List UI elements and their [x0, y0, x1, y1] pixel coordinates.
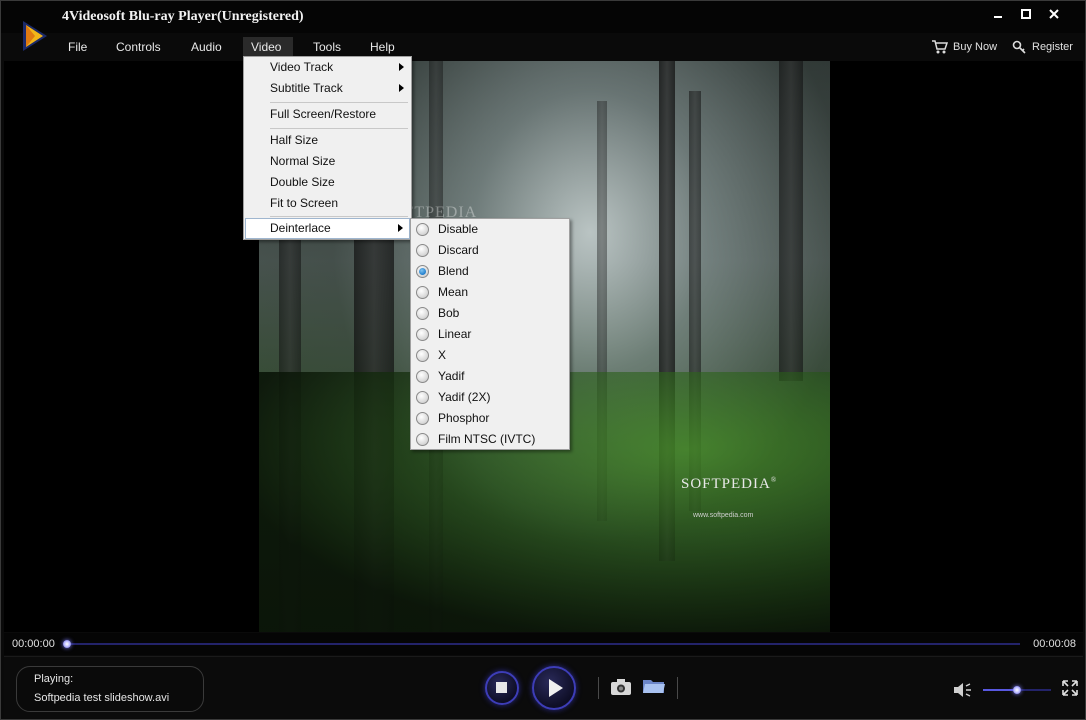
- fullscreen-icon[interactable]: [1062, 680, 1078, 696]
- menu-controls[interactable]: Controls: [114, 37, 163, 57]
- divider: [598, 677, 599, 699]
- option-label: Disable: [438, 222, 479, 236]
- deinterlace-option-x[interactable]: X: [412, 345, 568, 366]
- radio-button[interactable]: [416, 244, 429, 257]
- title-bar[interactable]: 4Videosoft Blu-ray Player(Unregistered): [1, 1, 1085, 33]
- divider: [677, 677, 678, 699]
- now-playing-box: Playing: Softpedia test slideshow.avi: [16, 666, 204, 712]
- buy-now-link[interactable]: Buy Now: [931, 37, 1001, 57]
- deinterlace-option-linear[interactable]: Linear: [412, 324, 568, 345]
- menu-audio[interactable]: Audio: [189, 37, 224, 57]
- submenu-arrow-icon: [398, 224, 403, 232]
- radio-button[interactable]: [416, 286, 429, 299]
- app-logo-icon: [23, 21, 47, 51]
- submenu-arrow-icon: [399, 84, 404, 92]
- seek-bar-area: 00:00:00 00:00:08: [4, 633, 1083, 655]
- option-label: Bob: [438, 306, 460, 320]
- seek-track[interactable]: [63, 640, 1020, 648]
- cart-icon: [932, 40, 949, 54]
- watermark-url: www.softpedia.com: [693, 512, 754, 519]
- menu-separator: [270, 216, 408, 217]
- folder-icon[interactable]: [642, 677, 666, 695]
- menu-item-half-size[interactable]: Half Size: [245, 130, 410, 151]
- minimize-button[interactable]: [987, 7, 1009, 25]
- option-label: Yadif (2X): [438, 390, 491, 404]
- stop-button[interactable]: [485, 671, 519, 705]
- menu-item-fit-to-screen[interactable]: Fit to Screen: [245, 193, 410, 214]
- menu-video[interactable]: Video: [243, 37, 293, 57]
- menu-item-label: Subtitle Track: [270, 81, 343, 95]
- speaker-icon[interactable]: [952, 681, 974, 699]
- player-window: 4Videosoft Blu-ray Player(Unregistered) …: [0, 0, 1086, 720]
- register-label: Register: [1032, 41, 1073, 53]
- menu-item-double-size[interactable]: Double Size: [245, 172, 410, 193]
- radio-button-checked[interactable]: [416, 265, 429, 278]
- volume-slider[interactable]: [983, 686, 1051, 694]
- submenu-arrow-icon: [399, 63, 404, 71]
- menu-file[interactable]: File: [66, 37, 89, 57]
- deinterlace-option-phosphor[interactable]: Phosphor: [412, 408, 568, 429]
- register-link[interactable]: Register: [1012, 37, 1078, 57]
- radio-button[interactable]: [416, 391, 429, 404]
- option-label: Blend: [438, 264, 469, 278]
- volume-fill: [983, 689, 1017, 691]
- tree-shape: [779, 61, 803, 381]
- deinterlace-option-yadif[interactable]: Yadif: [412, 366, 568, 387]
- menu-item-label: Video Track: [270, 60, 334, 74]
- radio-button[interactable]: [416, 223, 429, 236]
- camera-icon[interactable]: [610, 678, 632, 696]
- deinterlace-option-disable[interactable]: Disable: [412, 219, 568, 240]
- play-icon: [549, 679, 563, 697]
- option-label: Discard: [438, 243, 479, 257]
- menu-item-deinterlace[interactable]: Deinterlace: [245, 218, 410, 239]
- key-icon: [1012, 40, 1026, 54]
- minimize-icon: [994, 16, 1002, 18]
- menu-item-video-track[interactable]: Video Track: [245, 57, 410, 78]
- option-label: X: [438, 348, 447, 362]
- deinterlace-submenu: Disable Discard Blend Mean Bob Linear X: [410, 218, 570, 450]
- menu-help[interactable]: Help: [368, 37, 397, 57]
- radio-button[interactable]: [416, 370, 429, 383]
- control-bar: Playing: Softpedia test slideshow.avi: [4, 656, 1083, 718]
- deinterlace-option-blend[interactable]: Blend: [412, 261, 568, 282]
- deinterlace-option-yadif-2x[interactable]: Yadif (2X): [412, 387, 568, 408]
- close-button[interactable]: [1043, 7, 1065, 25]
- option-label: Linear: [438, 327, 472, 341]
- volume-thumb[interactable]: [1013, 686, 1021, 694]
- option-label: Film NTSC (IVTC): [438, 432, 536, 446]
- deinterlace-option-bob[interactable]: Bob: [412, 303, 568, 324]
- menu-item-normal-size[interactable]: Normal Size: [245, 151, 410, 172]
- total-time: 00:00:08: [1033, 638, 1076, 650]
- window-title: 4Videosoft Blu-ray Player(Unregistered): [62, 9, 304, 24]
- menu-separator: [270, 128, 408, 129]
- play-button[interactable]: [532, 666, 576, 710]
- menu-separator: [270, 102, 408, 103]
- maximize-icon: [1021, 9, 1031, 19]
- deinterlace-option-film-ntsc[interactable]: Film NTSC (IVTC): [412, 429, 568, 450]
- watermark-text: SOFTPEDIA®: [681, 476, 778, 492]
- deinterlace-option-mean[interactable]: Mean: [412, 282, 568, 303]
- menu-tools[interactable]: Tools: [311, 37, 343, 57]
- deinterlace-option-discard[interactable]: Discard: [412, 240, 568, 261]
- menu-item-label: Deinterlace: [270, 221, 331, 235]
- video-menu: Video Track Subtitle Track Full Screen/R…: [243, 56, 412, 240]
- stop-icon: [496, 682, 507, 693]
- option-label: Phosphor: [438, 411, 490, 425]
- playing-label: Playing:: [34, 673, 74, 685]
- current-time: 00:00:00: [12, 638, 55, 650]
- close-icon: [1049, 9, 1059, 19]
- radio-button[interactable]: [416, 433, 429, 446]
- radio-button[interactable]: [416, 349, 429, 362]
- option-label: Mean: [438, 285, 469, 299]
- buy-now-label: Buy Now: [953, 41, 998, 53]
- seek-thumb[interactable]: [63, 640, 71, 648]
- option-label: Yadif: [438, 369, 465, 383]
- maximize-button[interactable]: [1015, 7, 1037, 25]
- radio-button[interactable]: [416, 307, 429, 320]
- menu-item-subtitle-track[interactable]: Subtitle Track: [245, 78, 410, 99]
- radio-button[interactable]: [416, 412, 429, 425]
- radio-button[interactable]: [416, 328, 429, 341]
- menu-item-full-screen[interactable]: Full Screen/Restore: [245, 104, 410, 125]
- playing-file-name: Softpedia test slideshow.avi: [34, 692, 170, 704]
